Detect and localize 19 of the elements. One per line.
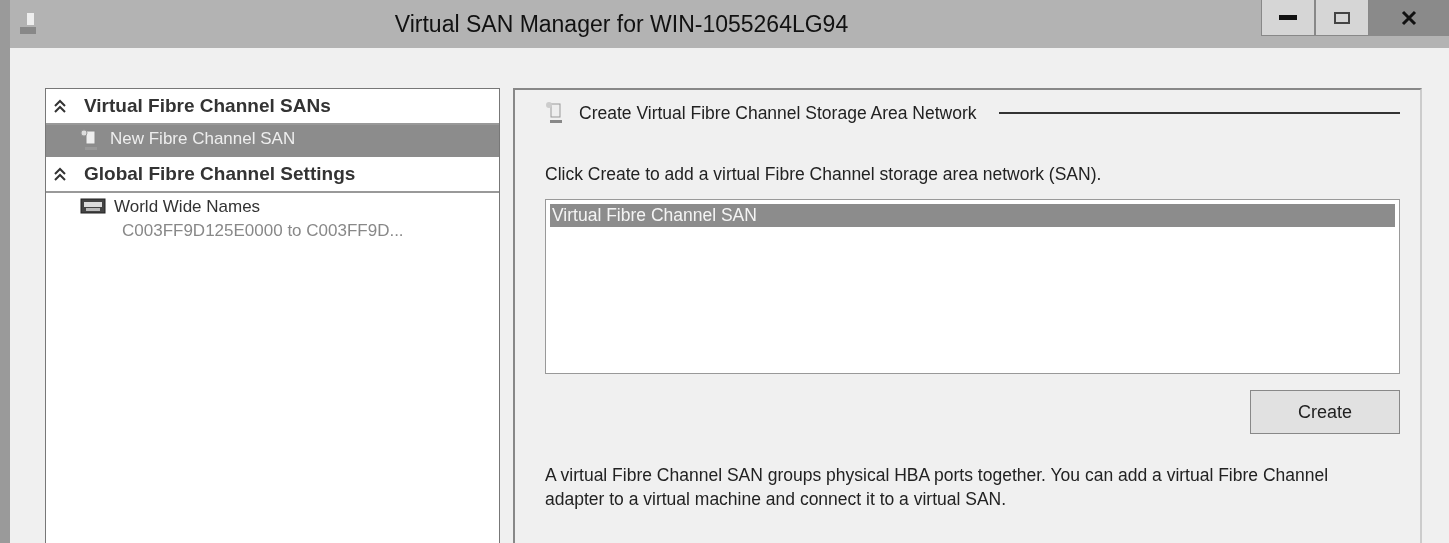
minimize-button[interactable] [1261,0,1315,36]
item-detail: C003FF9D125E0000 to C003FF9D... [121,221,404,241]
maximize-button[interactable] [1315,0,1369,36]
item-label: World Wide Names [114,197,262,217]
sidebar-item[interactable]: World Wide Names C003FF9D125E0000 to C003FF9D... [46,193,499,245]
card-icon [80,197,106,215]
window-title: Virtual SAN Manager for WIN-1055264LG94 [393,10,850,38]
minimize-icon [1279,14,1297,21]
section-header[interactable]: Global Fibre Channel Settings [46,157,499,193]
collapse-icon[interactable] [54,99,66,113]
description-text: A virtual Fibre Channel SAN groups physical HBA ports together. You can add a virtual Fibre Channel adapter to a virtual machine and connect it to a virtual SAN. [545,464,1330,511]
collapse-icon[interactable] [54,167,66,181]
section-heading: Create Virtual Fibre Channel Storage Area Network [579,102,977,124]
instruction-text: Click Create to add a virtual Fibre Channel storage area network (SAN). [545,164,1103,185]
create-button[interactable]: Create [1250,390,1400,434]
item-label: New Fibre Channel SAN [110,129,296,149]
maximize-icon [1334,11,1350,24]
close-button[interactable] [1369,0,1449,36]
close-icon [1401,10,1417,26]
